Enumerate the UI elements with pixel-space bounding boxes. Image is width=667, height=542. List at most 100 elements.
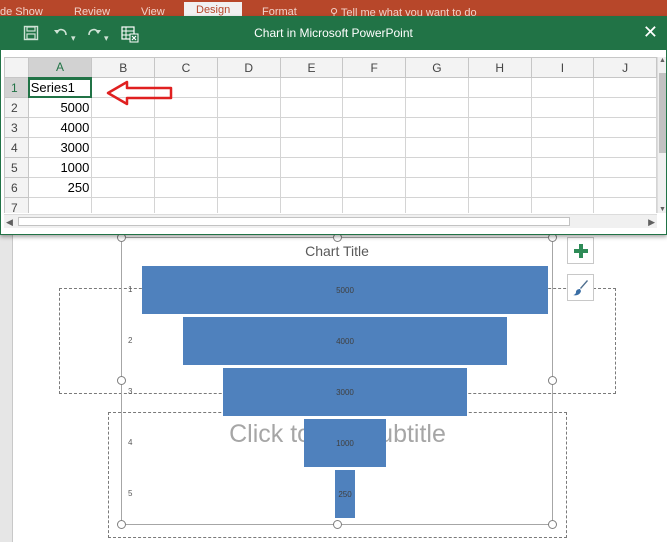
column-header-E[interactable]: E (279, 57, 344, 78)
cell-A1[interactable]: Series1 (27, 77, 93, 98)
cell-C7[interactable] (154, 197, 218, 213)
funnel-bar[interactable]: 4000 (182, 317, 508, 365)
cell-H7[interactable] (467, 197, 532, 213)
cell-J6[interactable] (593, 177, 657, 198)
cell-D4[interactable] (216, 137, 281, 158)
cell-A3[interactable]: 4000 (27, 117, 93, 138)
funnel-bar[interactable]: 5000 (142, 266, 548, 314)
cell-J1[interactable] (593, 77, 657, 98)
column-header-I[interactable]: I (530, 57, 595, 78)
cell-G2[interactable] (405, 97, 469, 118)
cell-H5[interactable] (467, 157, 532, 178)
cell-J7[interactable] (593, 197, 657, 213)
spreadsheet-grid[interactable]: A B C D E F G H I J 1 Series1 2 5000 3 4000 4 3… (4, 57, 657, 213)
cell-G1[interactable] (405, 77, 469, 98)
cell-I1[interactable] (530, 77, 595, 98)
chart-title[interactable]: Chart Title (121, 243, 553, 259)
vertical-scrollbar[interactable]: ▲ ▼ (657, 57, 666, 213)
tab-format[interactable]: Format (262, 6, 297, 16)
cell-C6[interactable] (154, 177, 218, 198)
row-header-4[interactable]: 4 (4, 137, 29, 158)
scroll-down-icon[interactable]: ▼ (658, 206, 667, 213)
cell-E4[interactable] (279, 137, 344, 158)
row-header-6[interactable]: 6 (4, 177, 29, 198)
cell-B7[interactable] (91, 197, 156, 213)
cell-F6[interactable] (342, 177, 407, 198)
cell-B4[interactable] (91, 137, 156, 158)
cell-H2[interactable] (467, 97, 532, 118)
tab-review[interactable]: Review (74, 6, 110, 16)
scroll-up-icon[interactable]: ▲ (658, 57, 667, 64)
cell-D6[interactable] (216, 177, 281, 198)
cell-E2[interactable] (279, 97, 344, 118)
cell-A4[interactable]: 3000 (27, 137, 93, 158)
cell-B3[interactable] (91, 117, 156, 138)
cell-A2[interactable]: 5000 (27, 97, 93, 118)
column-header-B[interactable]: B (91, 57, 156, 78)
column-header-J[interactable]: J (593, 57, 657, 78)
tab-slide-show[interactable]: de Show (0, 6, 43, 16)
column-header-C[interactable]: C (154, 57, 218, 78)
cell-H3[interactable] (467, 117, 532, 138)
column-header-F[interactable]: F (342, 57, 407, 78)
cell-G6[interactable] (405, 177, 469, 198)
cell-D3[interactable] (216, 117, 281, 138)
scroll-left-icon[interactable]: ◀ (6, 215, 13, 229)
cell-E1[interactable] (279, 77, 344, 98)
cell-G3[interactable] (405, 117, 469, 138)
cell-A7[interactable] (27, 197, 93, 213)
cell-H4[interactable] (467, 137, 532, 158)
vertical-scroll-thumb[interactable] (659, 73, 666, 153)
funnel-bar[interactable]: 1000 (304, 419, 386, 467)
cell-G7[interactable] (405, 197, 469, 213)
close-button[interactable]: ✕ (643, 22, 658, 42)
cell-B5[interactable] (91, 157, 156, 178)
tell-me-search[interactable]: ⚲ Tell me what you want to do (330, 6, 477, 16)
column-header-H[interactable]: H (467, 57, 532, 78)
cell-E5[interactable] (279, 157, 344, 178)
cell-F1[interactable] (342, 77, 407, 98)
chart-styles-button[interactable] (567, 274, 594, 301)
tab-view[interactable]: View (141, 6, 165, 16)
cell-E6[interactable] (279, 177, 344, 198)
cell-H1[interactable] (467, 77, 532, 98)
cell-D2[interactable] (216, 97, 281, 118)
cell-C5[interactable] (154, 157, 218, 178)
cell-I3[interactable] (530, 117, 595, 138)
cell-J2[interactable] (593, 97, 657, 118)
cell-F2[interactable] (342, 97, 407, 118)
cell-F5[interactable] (342, 157, 407, 178)
cell-E7[interactable] (279, 197, 344, 213)
cell-J4[interactable] (593, 137, 657, 158)
cell-I2[interactable] (530, 97, 595, 118)
cell-F3[interactable] (342, 117, 407, 138)
cell-A6[interactable]: 250 (27, 177, 93, 198)
row-header-3[interactable]: 3 (4, 117, 29, 138)
cell-J3[interactable] (593, 117, 657, 138)
resize-handle-right[interactable] (548, 376, 557, 385)
cell-J5[interactable] (593, 157, 657, 178)
cell-I7[interactable] (530, 197, 595, 213)
cell-G5[interactable] (405, 157, 469, 178)
cell-E3[interactable] (279, 117, 344, 138)
select-all-corner[interactable] (4, 57, 29, 78)
row-header-1[interactable]: 1 (4, 77, 29, 98)
chart-elements-button[interactable] (567, 237, 594, 264)
cell-I6[interactable] (530, 177, 595, 198)
cell-A5[interactable]: 1000 (27, 157, 93, 178)
resize-handle-bottom-left[interactable] (117, 520, 126, 529)
resize-handle-bottom[interactable] (333, 520, 342, 529)
resize-handle-bottom-right[interactable] (548, 520, 557, 529)
row-header-5[interactable]: 5 (4, 157, 29, 178)
column-header-D[interactable]: D (216, 57, 281, 78)
cell-F7[interactable] (342, 197, 407, 213)
tab-design[interactable]: Design (184, 2, 243, 16)
funnel-bar[interactable]: 250 (334, 470, 356, 518)
column-header-A[interactable]: A (27, 57, 93, 79)
cell-C4[interactable] (154, 137, 218, 158)
cell-I5[interactable] (530, 157, 595, 178)
cell-G4[interactable] (405, 137, 469, 158)
horizontal-scroll-thumb[interactable] (18, 217, 570, 226)
cell-B6[interactable] (91, 177, 156, 198)
row-header-7[interactable]: 7 (4, 197, 29, 213)
